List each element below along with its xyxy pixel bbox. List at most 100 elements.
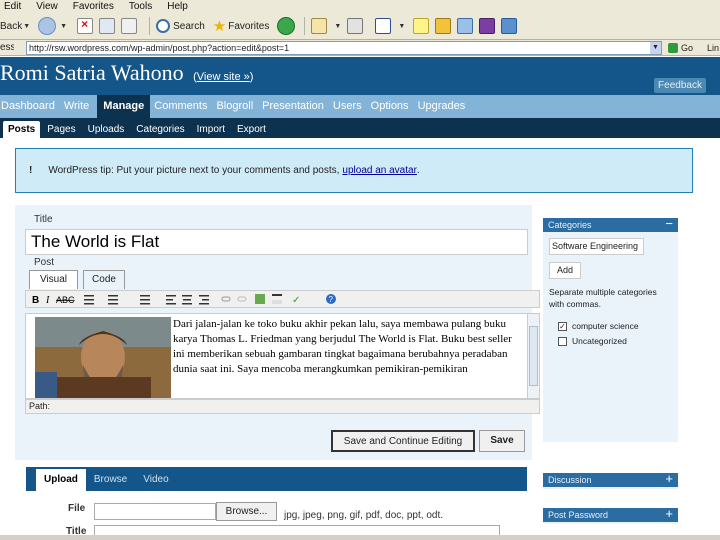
tab-upload[interactable]: Upload: [36, 469, 86, 491]
tab-code[interactable]: Code: [83, 270, 125, 289]
favorites-label: Favorites: [228, 20, 270, 32]
note-icon[interactable]: [413, 18, 430, 34]
toolbar-divider: [304, 17, 306, 35]
stop-icon[interactable]: ×: [77, 17, 94, 34]
horizontal-scrollbar[interactable]: [0, 535, 720, 540]
tab-visual[interactable]: Visual: [29, 270, 78, 289]
discussion-title: Discussion: [548, 475, 592, 485]
unlink-icon: [237, 296, 247, 302]
favorites-button[interactable]: ★ Favorites: [213, 17, 270, 35]
word-edit-icon[interactable]: [375, 18, 392, 34]
menu-tools[interactable]: Tools: [129, 1, 152, 12]
expand-icon[interactable]: +: [665, 472, 673, 486]
back-label: Back: [0, 20, 23, 32]
expand-icon[interactable]: +: [665, 507, 673, 521]
new-category-input[interactable]: Software Engineering: [549, 238, 644, 255]
chevron-down-icon[interactable]: ▼: [23, 23, 30, 30]
tip-text: WordPress tip: Put your picture next to …: [48, 165, 340, 176]
messenger-icon[interactable]: [457, 18, 474, 34]
file-types-text: jpg, jpeg, png, gif, pdf, doc, ppt, odt.: [284, 510, 443, 521]
category-label: Uncategorized: [572, 336, 627, 346]
address-label: ess: [0, 42, 14, 53]
image-icon: [255, 294, 265, 304]
subnav-import[interactable]: Import: [192, 121, 230, 138]
category-item[interactable]: Uncategorized: [558, 336, 627, 346]
refresh-icon[interactable]: [99, 18, 116, 34]
mail-icon[interactable]: [311, 18, 328, 34]
subnav-posts[interactable]: Posts: [3, 121, 41, 138]
save-continue-button[interactable]: Save and Continue Editing: [331, 430, 475, 452]
forward-icon[interactable]: [38, 17, 57, 35]
editor-scrollbar[interactable]: [527, 314, 539, 398]
scroll-thumb[interactable]: [529, 326, 538, 386]
nav-blogroll[interactable]: Blogroll: [215, 95, 258, 118]
tab-browse[interactable]: Browse: [86, 469, 135, 491]
collapse-icon[interactable]: −: [665, 217, 673, 231]
add-category-button[interactable]: Add: [549, 262, 581, 279]
post-password-header[interactable]: Post Password +: [543, 507, 678, 522]
nav-write[interactable]: Write: [63, 95, 94, 118]
folder-icon[interactable]: [435, 18, 452, 34]
go-label: Go: [681, 42, 694, 53]
nav-manage[interactable]: Manage: [97, 95, 151, 118]
chevron-down-icon[interactable]: ▼: [60, 23, 67, 30]
menu-edit[interactable]: Edit: [4, 1, 21, 12]
title-label: Title: [34, 214, 53, 225]
chevron-down-icon[interactable]: ▼: [650, 41, 661, 54]
discussion-header[interactable]: Discussion +: [543, 472, 678, 487]
nav-upgrades[interactable]: Upgrades: [417, 95, 471, 118]
subnav-uploads[interactable]: Uploads: [83, 121, 130, 138]
strikethrough-icon: ABC: [56, 295, 75, 305]
category-item[interactable]: ✓ computer science: [558, 321, 639, 331]
address-bar: ess http://rsw.wordpress.com/wp-admin/po…: [0, 40, 720, 56]
bold-icon: B: [32, 295, 39, 306]
discussion-panel: Discussion +: [543, 472, 678, 489]
nav-options[interactable]: Options: [370, 95, 414, 118]
upload-tabs: Upload Browse Video: [26, 467, 527, 491]
svg-text:?: ?: [329, 295, 334, 304]
checkbox-checked[interactable]: ✓: [558, 321, 567, 331]
feedback-button[interactable]: Feedback: [654, 78, 706, 93]
menu-favorites[interactable]: Favorites: [73, 1, 114, 12]
chevron-down-icon[interactable]: ▼: [334, 23, 341, 30]
subnav-export[interactable]: Export: [232, 121, 271, 138]
toolbar-divider: [149, 17, 151, 35]
history-icon[interactable]: [277, 17, 296, 35]
menu-help[interactable]: Help: [167, 1, 188, 12]
portrait-image: [35, 317, 171, 398]
post-password-title: Post Password: [548, 510, 609, 520]
links-label[interactable]: Lin: [707, 43, 719, 53]
wordpress-tip: ! WordPress tip: Put your picture next t…: [15, 148, 693, 193]
browse-button[interactable]: Browse...: [216, 502, 277, 521]
post-label: Post: [34, 257, 55, 268]
title-input[interactable]: [25, 229, 528, 255]
home-icon[interactable]: [121, 18, 138, 34]
nav-comments[interactable]: Comments: [153, 95, 212, 118]
subnav-pages[interactable]: Pages: [42, 121, 80, 138]
url-field[interactable]: http://rsw.wordpress.com/wp-admin/post.p…: [26, 40, 662, 55]
italic-icon: I: [45, 295, 50, 306]
categories-header[interactable]: Categories −: [543, 217, 678, 232]
subnav-categories[interactable]: Categories: [131, 121, 189, 138]
addon-icon[interactable]: [501, 18, 518, 34]
editor-path-bar: Path:: [25, 399, 540, 414]
upload-avatar-link[interactable]: upload an avatar: [342, 165, 417, 176]
save-button[interactable]: Save: [479, 430, 525, 452]
back-button[interactable]: Back ▼: [0, 21, 30, 32]
nav-users[interactable]: Users: [332, 95, 367, 118]
chevron-down-icon[interactable]: ▼: [398, 23, 405, 30]
nav-presentation[interactable]: Presentation: [261, 95, 329, 118]
checkbox-unchecked[interactable]: [558, 336, 567, 346]
paren-close: ): [249, 71, 254, 83]
menu-view[interactable]: View: [36, 1, 58, 12]
view-site-link[interactable]: View site »: [197, 71, 250, 83]
print-icon[interactable]: [347, 18, 364, 34]
addon-icon[interactable]: [479, 18, 496, 34]
file-input[interactable]: [94, 503, 216, 520]
search-button[interactable]: Search: [156, 19, 205, 33]
go-button[interactable]: Go: [668, 42, 694, 53]
editor-body[interactable]: Dari jalan-jalan ke toko buku akhir peka…: [25, 313, 540, 399]
nav-dashboard[interactable]: Dashboard: [0, 95, 60, 118]
tab-video[interactable]: Video: [135, 469, 176, 491]
more-icon: [272, 294, 282, 304]
